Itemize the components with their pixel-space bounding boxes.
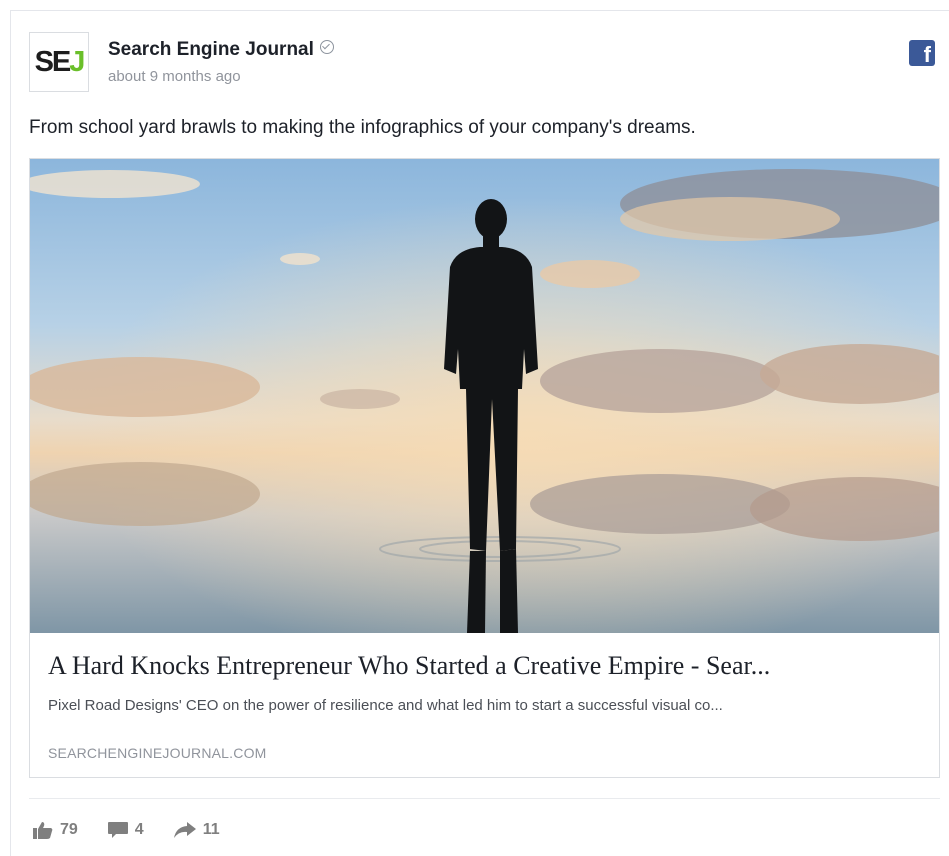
page-name-header: Search Engine Journal xyxy=(108,39,334,61)
card-description: Pixel Road Designs' CEO on the power of … xyxy=(48,697,723,714)
card-title[interactable]: A Hard Knocks Entrepreneur Who Started a… xyxy=(48,651,926,681)
comments-count-button[interactable]: 4 xyxy=(107,821,144,839)
shares-count: 11 xyxy=(202,821,220,838)
share-arrow-icon xyxy=(173,822,196,838)
comments-count: 4 xyxy=(134,821,144,838)
likes-count: 79 xyxy=(60,821,78,838)
thumbs-up-icon xyxy=(33,822,53,839)
post-timestamp[interactable]: about 9 months ago xyxy=(108,68,241,85)
page-name-link[interactable]: Search Engine Journal xyxy=(108,39,314,60)
engagement-bar: 79 4 11 xyxy=(33,821,250,839)
shares-count-button[interactable]: 11 xyxy=(173,821,220,839)
likes-count-button[interactable]: 79 xyxy=(33,821,78,839)
verified-check-icon xyxy=(319,40,334,54)
sej-logo: SEJ xyxy=(34,45,86,78)
card-domain: SEARCHENGINEJOURNAL.COM xyxy=(48,745,267,761)
link-preview-card[interactable]: A Hard Knocks Entrepreneur Who Started a… xyxy=(29,158,940,778)
facebook-icon[interactable]: f xyxy=(909,40,935,66)
page-avatar[interactable]: SEJ xyxy=(29,32,89,92)
post-message: From school yard brawls to making the in… xyxy=(29,117,696,138)
divider xyxy=(29,798,940,799)
businessman-reflection-image xyxy=(30,159,939,633)
facebook-post-embed: SEJ Search Engine Journal about 9 months… xyxy=(10,10,949,856)
comment-icon xyxy=(107,821,128,838)
card-image[interactable] xyxy=(30,159,939,633)
